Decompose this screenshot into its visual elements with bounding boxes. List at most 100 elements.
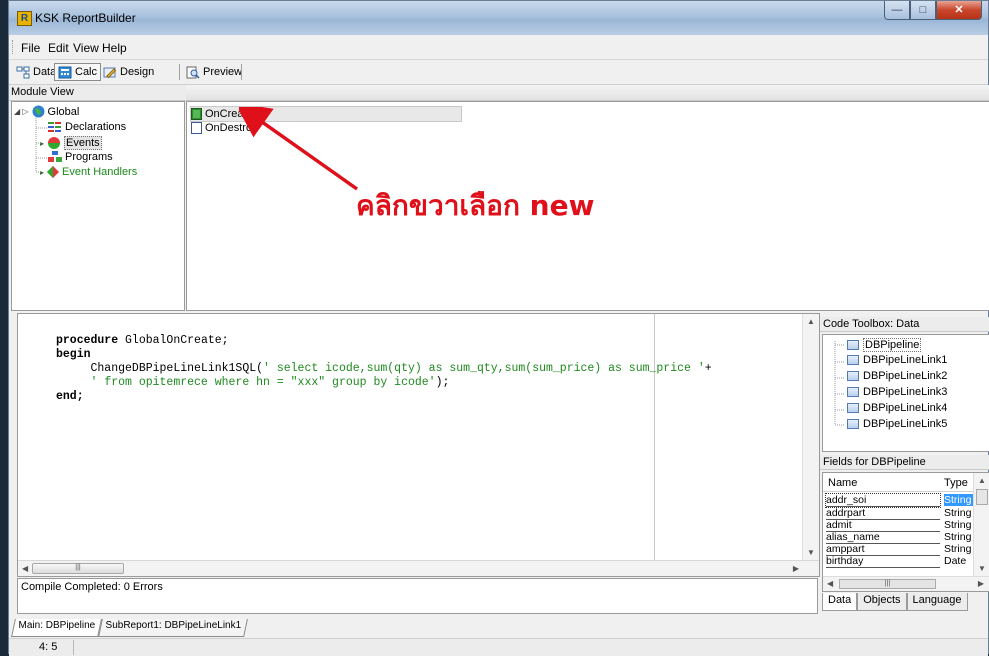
scroll-thumb[interactable]: ||| [32,563,124,574]
tab-label: Main: DBPipeline [18,620,96,631]
menu-help[interactable]: Help [102,41,127,55]
menu-edit[interactable]: Edit [48,41,69,55]
maximize-button[interactable]: □ [910,1,936,20]
app-icon: R [17,11,32,26]
scroll-left-icon[interactable]: ◀ [827,579,833,588]
tab-language[interactable]: Language [906,593,968,611]
design-tab-button[interactable]: Design [100,63,157,81]
annotation-text: คลิกขวาเลือก new [356,189,595,222]
field-type: String [944,531,972,543]
caption-buttons: — □ ✕ [884,1,982,21]
code-text-segment: + [704,362,712,375]
field-name: birthday [826,555,940,568]
events-list-header [186,85,989,101]
tab-main-report[interactable]: Main: DBPipeline [11,619,102,637]
event-empty-icon [191,122,202,134]
fields-vertical-scrollbar[interactable]: ▲ ▼ [973,473,989,576]
tree-connector-lines [35,118,48,173]
field-row[interactable]: addr_soi String [825,493,974,508]
toolbox-tabs: Data Objects Language [822,593,968,611]
tab-data[interactable]: Data [822,593,858,611]
scroll-up-icon[interactable]: ▲ [807,317,815,326]
pipeline-icon [847,340,859,350]
tree-node-label: Programs [65,151,113,163]
design-tab-label: Design [120,66,155,78]
toolbox-item-label: DBPipeLineLink5 [863,418,948,430]
code-string: ' from opitemrece where hn = "xxx" group… [90,376,436,389]
tab-subreport1[interactable]: SubReport1: DBPipeLineLink1 [97,619,248,637]
data-icon [16,66,30,78]
menu-view[interactable]: View [73,41,99,55]
field-name: addr_soi [825,493,941,508]
annotation-arrow-icon [239,107,359,191]
report-tabs: Main: DBPipeline SubReport1: DBPipeLineL… [11,619,248,637]
field-type: String [944,507,972,519]
toolbox-item-dbpipelinelink4[interactable]: DBPipeLineLink4 [847,402,947,414]
menu-file[interactable]: File [21,41,40,55]
code-toolbox-tree[interactable]: DBPipeline DBPipeLineLink1 DBPipeLineLin… [822,334,989,452]
fields-column-header: Name Type [823,473,973,492]
scroll-down-icon[interactable]: ▼ [978,564,986,573]
fields-list[interactable]: Name Type addr_soi String addrpart String … [822,472,989,592]
calc-tab-label: Calc [75,66,98,78]
field-row[interactable]: amppart String [826,543,972,556]
toolbar-separator [241,64,242,80]
pipeline-icon [847,371,859,381]
field-row[interactable]: addrpart String [826,507,972,520]
menubar-grip[interactable] [12,40,15,54]
module-tree[interactable]: ◢ ▷ Global Declarations ▸ Events Program… [11,101,185,311]
editor-vertical-scrollbar[interactable]: ▲ ▼ [802,314,819,560]
toolbox-item-dbpipelinelink1[interactable]: DBPipeLineLink1 [847,354,947,366]
toolbox-item-label: DBPipeLineLink3 [863,386,948,398]
toolbox-item-label: DBPipeLineLink1 [863,354,948,366]
code-toolbox-header: Code Toolbox: Data [820,317,989,332]
scroll-left-icon[interactable]: ◀ [22,564,28,573]
field-type: String [944,494,974,506]
scroll-up-icon[interactable]: ▲ [978,476,986,485]
scroll-thumb[interactable]: ||| [839,579,936,589]
field-type: String [944,543,972,555]
fields-horizontal-scrollbar[interactable]: ◀ ||| ▶ [823,576,989,591]
preview-tab-button[interactable]: Preview [183,63,245,81]
menu-bar: File Edit View Help [9,35,988,60]
code-text[interactable]: procedure GlobalOnCreate; begin ChangeDB… [56,320,712,404]
tab-label: SubReport1: DBPipeLineLink1 [105,620,241,631]
field-row[interactable]: birthday Date [826,555,972,568]
field-row[interactable]: alias_name String [826,531,972,544]
code-editor[interactable]: procedure GlobalOnCreate; begin ChangeDB… [17,313,820,577]
column-type-header[interactable]: Type [944,477,968,489]
minimize-button[interactable]: — [884,1,910,20]
code-keyword: procedure [56,334,119,347]
calc-tab-button[interactable]: Calc [54,63,102,81]
design-icon [103,67,117,78]
code-string: ' select icode,sum(qty) as sum_qty,sum(s… [263,362,705,375]
data-tab-button[interactable]: Data [13,63,59,81]
scroll-thumb[interactable] [976,489,988,505]
calc-icon [58,66,72,78]
event-filled-icon [191,108,202,120]
toolbox-item-dbpipeline[interactable]: DBPipeline [847,338,922,352]
toolbox-item-label: DBPipeLineLink4 [863,402,948,414]
toolbox-item-dbpipelinelink3[interactable]: DBPipeLineLink3 [847,386,947,398]
preview-tab-label: Preview [203,66,243,78]
data-tab-label: Data [33,66,57,78]
status-bar: 4: 5 [9,638,988,656]
scroll-right-icon[interactable]: ▶ [793,564,799,573]
column-name-header[interactable]: Name [828,477,857,489]
title-bar[interactable]: R KSK ReportBuilder — □ ✕ [9,1,988,35]
tab-objects[interactable]: Objects [857,593,907,611]
compile-status-text: Compile Completed: 0 Errors [21,581,163,593]
close-button[interactable]: ✕ [936,1,982,20]
code-keyword: end; [56,390,84,403]
cursor-position: 4: 5 [39,641,58,653]
scroll-down-icon[interactable]: ▼ [807,548,815,557]
pipeline-icon [847,355,859,365]
toolbox-item-dbpipelinelink5[interactable]: DBPipeLineLink5 [847,418,947,430]
toolbox-item-dbpipelinelink2[interactable]: DBPipeLineLink2 [847,370,947,382]
editor-horizontal-scrollbar[interactable]: ◀ ||| ▶ [18,560,819,576]
toolbox-item-label: DBPipeline [863,338,922,352]
scroll-right-icon[interactable]: ▶ [978,579,984,588]
field-row[interactable]: admit String [826,519,972,532]
toolbox-item-label: DBPipeLineLink2 [863,370,948,382]
fields-header: Fields for DBPipeline [820,455,989,470]
